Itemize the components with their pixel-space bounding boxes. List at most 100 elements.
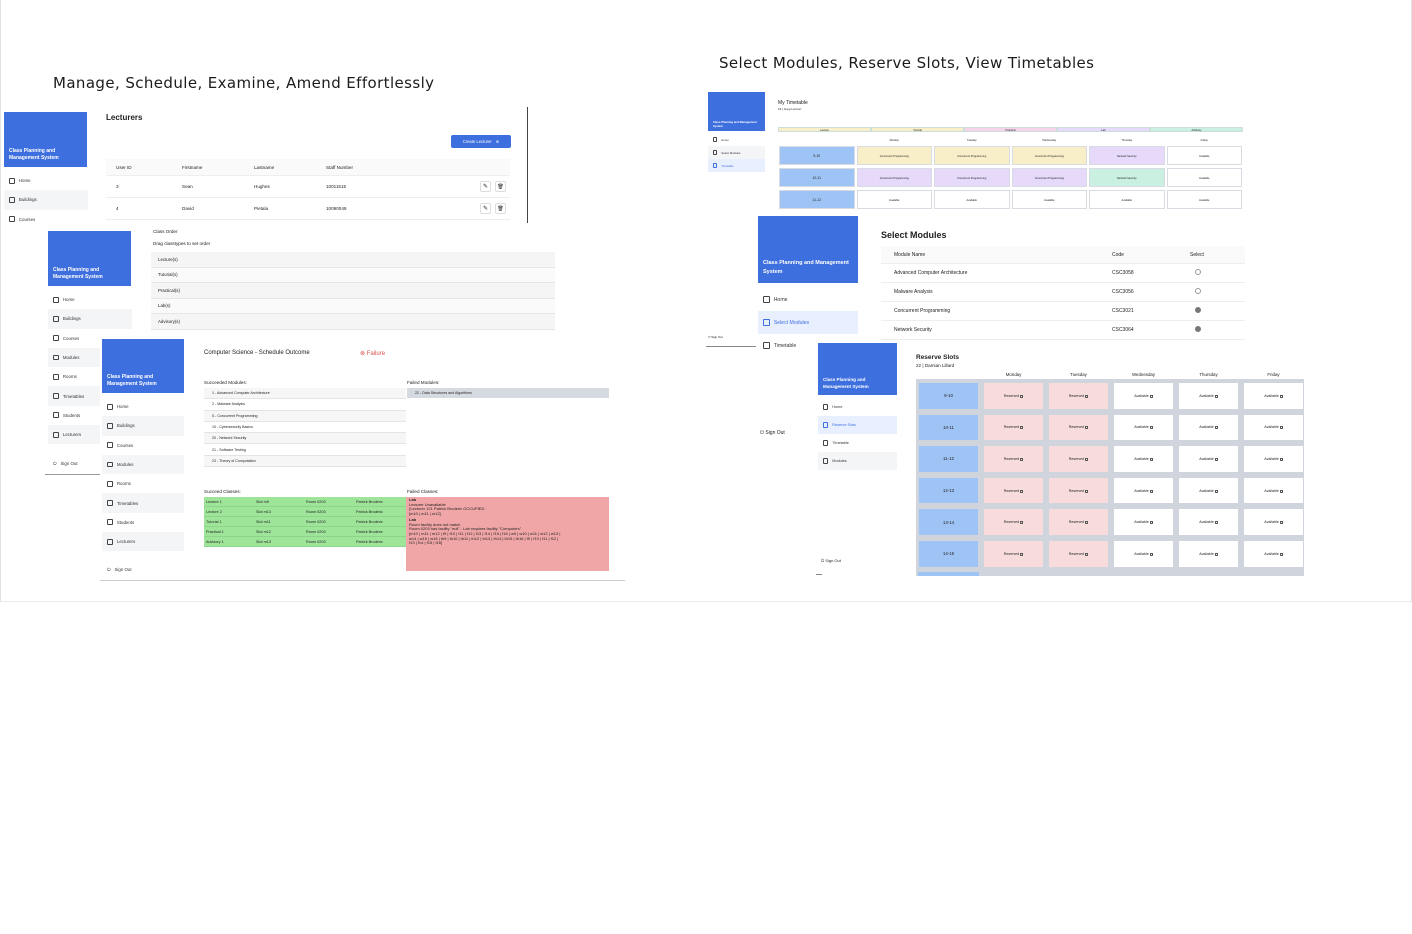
available-slot[interactable]: Available [1178, 413, 1239, 442]
available-slot[interactable]: Available [1113, 476, 1174, 505]
create-lecturer-button[interactable]: Create Lecturer ⊕ [451, 135, 511, 148]
sidebar-item-home[interactable]: Home [102, 397, 184, 416]
sidebar-item-label: Buildings [18, 197, 37, 203]
reserved-slot[interactable]: Reserved [983, 382, 1044, 410]
sidebar-item-buildings[interactable]: Buildings [102, 416, 184, 436]
timetable-slot[interactable]: Available [856, 190, 932, 209]
timetable-slot[interactable]: Network Security [1089, 168, 1165, 187]
available-slot[interactable]: Available [1113, 445, 1174, 473]
draggable-classtype[interactable]: Lab(s) [151, 298, 555, 314]
reserved-slot[interactable]: Reserved [983, 508, 1044, 536]
available-slot[interactable]: Available [1113, 540, 1174, 568]
available-slot[interactable]: Available [1113, 508, 1174, 536]
module-name: 22 - Data Structures and Algorithms [415, 391, 472, 395]
reserved-slot[interactable]: Reserved [1048, 413, 1109, 442]
sidebar-item-timetables[interactable]: Timetables [102, 493, 184, 513]
draggable-classtype[interactable]: Practical(s) [151, 283, 555, 299]
sidebar-item-buildings[interactable]: Buildings [48, 309, 132, 329]
timetable-slot[interactable]: Concurrent Programming [856, 168, 932, 187]
failed-module-item: 22 - Data Structures and Algorithms [407, 388, 609, 398]
table-header: User ID Firstname Lastname Staff Number [106, 159, 510, 176]
reserved-slot[interactable]: Reserved [1048, 476, 1109, 505]
available-slot[interactable]: Available [1178, 445, 1239, 473]
sidebar-item-lecturers[interactable]: Lecturers [102, 532, 184, 552]
reserved-slot[interactable]: Reserved [1048, 382, 1109, 410]
timetable-slot[interactable]: Available [1089, 190, 1165, 209]
available-slot[interactable]: Available [1243, 413, 1304, 442]
delete-icon[interactable]: 🗑 [495, 181, 506, 192]
failed-modules-label: Failed Modules: [407, 380, 440, 385]
timetable-slot[interactable]: Available [1011, 190, 1087, 209]
sidebar-item-modules[interactable]: Modules [818, 452, 897, 470]
available-slot[interactable]: Available [1178, 476, 1239, 505]
sidebar-item-home[interactable]: Home [4, 171, 88, 190]
available-slot[interactable]: Available [1243, 382, 1304, 410]
sidebar-item-courses[interactable]: Courses [102, 436, 184, 455]
sidebar-item-courses[interactable]: Courses [4, 210, 88, 225]
available-slot[interactable]: Available [1113, 413, 1174, 442]
reserved-slot[interactable]: Reserved [983, 540, 1044, 568]
available-slot[interactable]: Available [1178, 540, 1239, 568]
draggable-classtype[interactable]: Lecture(s) [151, 252, 555, 268]
sidebar-item-students[interactable]: Students [102, 513, 184, 532]
edit-icon[interactable]: ✎ [480, 181, 491, 192]
available-slot[interactable]: Available [1178, 508, 1239, 536]
delete-icon[interactable]: 🗑 [495, 203, 506, 214]
unlock-icon [1214, 552, 1218, 556]
class-cell: Room 0203 [306, 519, 326, 524]
select-radio[interactable] [1195, 269, 1201, 275]
sidebar-item-select-modules[interactable]: Select Modules [708, 146, 765, 159]
timetable-slot[interactable]: Available [1166, 146, 1242, 165]
timetable-slot[interactable]: Available [1166, 190, 1242, 209]
slot-label: Reserved [1003, 393, 1020, 398]
reserved-slot[interactable]: Reserved [983, 445, 1044, 473]
select-radio[interactable] [1195, 307, 1201, 313]
class-cell: Slot m12 [256, 529, 271, 534]
sidebar-item-home[interactable]: Home [48, 290, 132, 309]
sidebar-item-home[interactable]: Home [758, 288, 858, 311]
timetable-slot[interactable]: Available [1166, 168, 1242, 187]
reserved-slot[interactable]: Reserved [1048, 540, 1109, 568]
select-radio[interactable] [1195, 288, 1201, 294]
available-slot[interactable]: Available [1243, 508, 1304, 536]
reserved-slot[interactable]: Reserved [983, 476, 1044, 505]
sidebar-item-home[interactable]: Home [708, 133, 765, 146]
courses-icon [53, 335, 59, 342]
timetable-slot[interactable]: Network Security [1089, 146, 1165, 165]
select-radio[interactable] [1195, 326, 1201, 332]
sign-out-button[interactable]: ⏻ Sign Out [708, 335, 723, 339]
timetable-slot[interactable]: Concurrent Programming [934, 146, 1010, 165]
lock-icon [1085, 521, 1089, 525]
available-slot[interactable]: Available [1113, 382, 1174, 410]
available-slot[interactable]: Available [1178, 382, 1239, 410]
sidebar-item-timetable[interactable]: Timetable [708, 159, 765, 172]
sign-out-button[interactable]: ⏻ Sign Out [102, 559, 184, 578]
sign-out-button[interactable]: ⏻ Sign Out [821, 558, 841, 563]
timetable-slot[interactable]: Concurrent Programming [1011, 146, 1087, 165]
reserved-slot[interactable]: Reserved [1048, 445, 1109, 473]
available-slot[interactable]: Available [1243, 540, 1304, 568]
sidebar-item-rooms[interactable]: Rooms [102, 474, 184, 493]
sign-out-button[interactable]: ⏻ Sign Out [760, 430, 785, 436]
reserved-slot[interactable]: Reserved [1048, 508, 1109, 536]
sidebar-item-select-modules[interactable]: Select Modules [758, 311, 858, 334]
draggable-classtype[interactable]: Advisory(s) [151, 314, 555, 330]
sidebar-item-reserve-slots[interactable]: Reserve Slots [818, 416, 897, 434]
slot-label: Reserved [1068, 488, 1085, 493]
available-slot[interactable]: Available [1243, 476, 1304, 505]
sidebar-item-timetable[interactable]: Timetable [818, 434, 897, 452]
timetable-slot[interactable]: Concurrent Programming [1011, 168, 1087, 187]
sidebar-item-buildings[interactable]: Buildings [4, 190, 88, 210]
sidebar-item-modules[interactable]: Modules [102, 454, 184, 475]
timetable-slot[interactable]: Available [934, 190, 1010, 209]
timetable-slot[interactable]: Concurrent Programming [856, 146, 932, 165]
sidebar-item-label: Select Modules [773, 319, 810, 326]
draggable-classtype[interactable]: Tutorial(s) [151, 267, 555, 283]
sidebar-item-label: Home [18, 178, 31, 184]
available-slot[interactable]: Available [1243, 445, 1304, 473]
edit-icon[interactable]: ✎ [480, 203, 491, 214]
sidebar-item-home[interactable]: Home [818, 398, 897, 416]
timetable-slot[interactable]: Concurrent Programming [934, 168, 1010, 187]
class-cell: Advisory 1 [206, 539, 224, 544]
reserved-slot[interactable]: Reserved [983, 413, 1044, 442]
